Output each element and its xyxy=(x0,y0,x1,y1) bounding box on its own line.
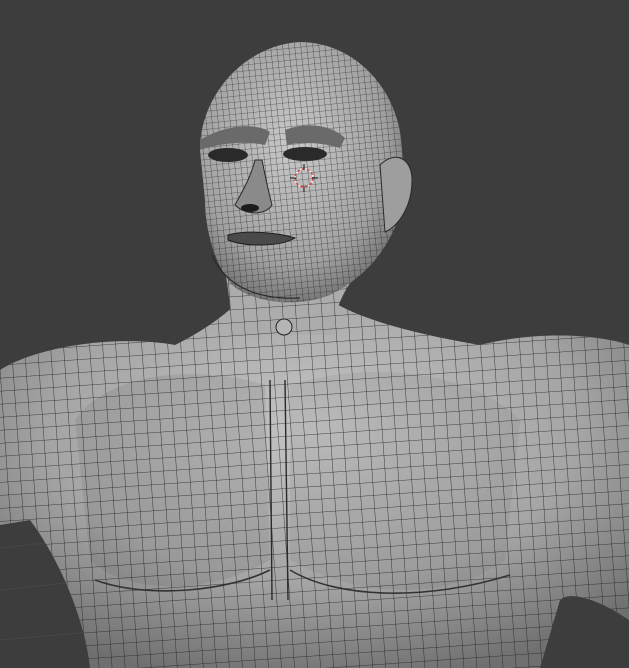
neck-vertex-pole xyxy=(275,318,293,336)
right-pectoral xyxy=(290,371,520,590)
left-eye xyxy=(208,148,248,162)
ear-mesh[interactable] xyxy=(379,156,413,233)
character-mesh-icon[interactable] xyxy=(0,42,629,668)
viewport-canvas[interactable] xyxy=(0,0,629,668)
left-pectoral xyxy=(75,374,270,587)
3d-viewport[interactable] xyxy=(0,0,629,668)
right-eye xyxy=(283,147,327,161)
